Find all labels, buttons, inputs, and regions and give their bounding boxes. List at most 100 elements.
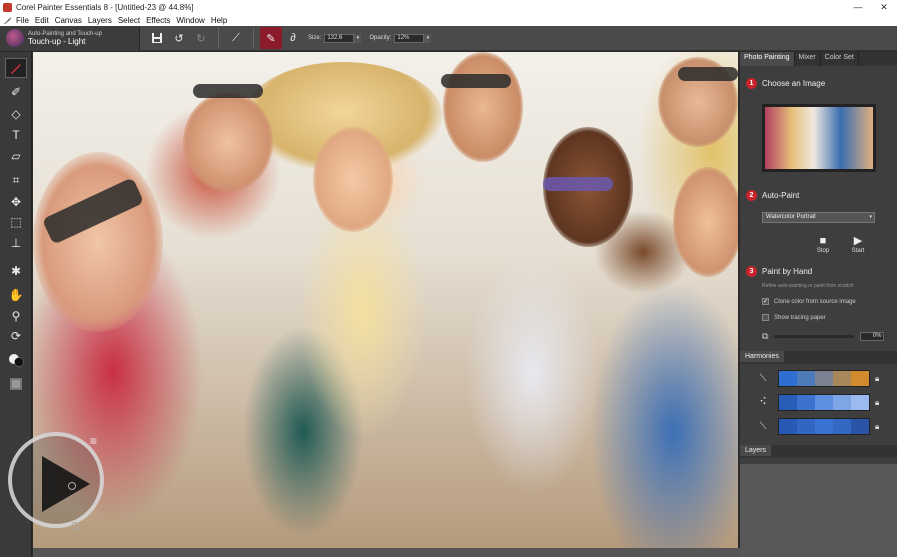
minimize-button[interactable]: — bbox=[845, 2, 871, 12]
auto-paint-style-value: Watercolor Portrait bbox=[766, 214, 816, 220]
tab-harmonies[interactable]: Harmonies bbox=[740, 351, 784, 362]
redo-icon[interactable]: ↻ bbox=[190, 27, 212, 49]
brush-dab-icon[interactable]: ∂ bbox=[282, 27, 304, 49]
harmony-swatches bbox=[778, 370, 870, 387]
painting-canvas[interactable] bbox=[33, 52, 738, 548]
menu-help[interactable]: Help bbox=[211, 16, 227, 25]
clone-color-icon[interactable]: ✎ bbox=[260, 27, 282, 49]
person-back-left bbox=[183, 92, 273, 192]
color-swatch[interactable] bbox=[815, 371, 833, 386]
color-swatch-icon[interactable] bbox=[5, 350, 27, 370]
step-number: 1 bbox=[746, 78, 757, 89]
color-swatch[interactable] bbox=[797, 371, 815, 386]
hamburger-icon[interactable]: ≡ bbox=[90, 434, 97, 448]
color-swatch[interactable] bbox=[851, 395, 869, 410]
monochrome-harmony-icon[interactable]: ⟍ bbox=[754, 421, 772, 432]
stop-button[interactable]: ■ Stop bbox=[808, 235, 838, 254]
layers-panel-body bbox=[740, 464, 897, 557]
dropper-tool-icon[interactable]: ✐ bbox=[5, 82, 27, 102]
color-swatch[interactable] bbox=[833, 419, 851, 434]
start-button[interactable]: ▶ Start bbox=[843, 235, 873, 254]
color-swatch[interactable] bbox=[779, 395, 797, 410]
harmonies-tab-bar: Harmonies bbox=[740, 351, 897, 364]
menu-window[interactable]: Window bbox=[176, 16, 204, 25]
app-logo-icon bbox=[3, 2, 12, 12]
brush-size-slider[interactable] bbox=[774, 335, 855, 338]
lock-icon[interactable]: 🔒︎ bbox=[875, 422, 879, 432]
toolbar-divider bbox=[218, 28, 219, 48]
color-swatch[interactable] bbox=[833, 395, 851, 410]
tracing-paper-checkbox[interactable]: Show tracing paper bbox=[762, 314, 826, 321]
rotate-page-icon[interactable]: ⟳ bbox=[5, 326, 27, 346]
color-swatch[interactable] bbox=[815, 419, 833, 434]
harmony-row: ⟍ 🔒︎ bbox=[754, 370, 879, 387]
person-left bbox=[33, 152, 163, 332]
grabber-hand-icon[interactable]: ✋ bbox=[5, 285, 27, 305]
size-dropdown-icon[interactable]: ▾ bbox=[354, 33, 362, 43]
color-swatch[interactable] bbox=[779, 371, 797, 386]
app-menu-icon[interactable] bbox=[3, 16, 12, 25]
menu-edit[interactable]: Edit bbox=[35, 16, 49, 25]
woman-with-hat bbox=[313, 127, 393, 232]
mirror-painting-icon[interactable]: ✱ bbox=[5, 261, 27, 281]
brush-selector[interactable]: Auto-Painting and Touch-up Touch-up - Li… bbox=[0, 25, 140, 51]
analogous-harmony-icon[interactable]: ⠪ bbox=[754, 397, 772, 408]
auto-paint-style-select[interactable]: Watercolor Portrait ▾ bbox=[762, 212, 875, 223]
complementary-harmony-icon[interactable]: ⟍ bbox=[754, 373, 772, 384]
step-choose-image: 1 Choose an Image bbox=[746, 78, 825, 89]
brush-tool-options-icon[interactable]: ⟋ bbox=[225, 27, 247, 49]
lock-icon[interactable]: 🔒︎ bbox=[875, 374, 879, 384]
source-image bbox=[765, 107, 873, 169]
step-label: Auto-Paint bbox=[762, 191, 800, 200]
cloner-tool-icon[interactable]: ⊥ bbox=[5, 233, 27, 253]
harmony-swatches bbox=[778, 394, 870, 411]
harmony-row: ⟍ 🔒︎ bbox=[754, 418, 879, 435]
slider-value[interactable]: 0% bbox=[860, 332, 885, 341]
tab-mixer[interactable]: Mixer bbox=[795, 52, 821, 66]
chevron-down-icon: ▾ bbox=[869, 214, 872, 220]
color-swatch[interactable] bbox=[851, 419, 869, 434]
magnifier-icon[interactable]: ⚲ bbox=[5, 306, 27, 326]
paint-bucket-icon[interactable]: ◇ bbox=[5, 104, 27, 124]
save-icon[interactable] bbox=[146, 27, 168, 49]
source-image-thumbnail[interactable] bbox=[762, 104, 876, 172]
tab-photo-painting[interactable]: Photo Painting bbox=[740, 52, 795, 66]
size-input[interactable]: 132.6 bbox=[324, 33, 355, 43]
sunglasses bbox=[543, 177, 613, 191]
brush-tool-icon[interactable] bbox=[5, 58, 27, 78]
overlay-dot bbox=[71, 522, 79, 530]
stop-icon: ■ bbox=[819, 235, 827, 247]
close-button[interactable]: ✕ bbox=[871, 2, 897, 13]
canvas-scrollbar[interactable] bbox=[33, 548, 740, 557]
tab-layers[interactable]: Layers bbox=[740, 445, 772, 456]
rectangle-select-icon[interactable]: ⬚ bbox=[5, 212, 27, 232]
menu-canvas[interactable]: Canvas bbox=[55, 16, 82, 25]
lock-icon[interactable]: 🔒︎ bbox=[875, 398, 879, 408]
tab-color-set[interactable]: Color Set bbox=[821, 52, 859, 66]
color-swatch[interactable] bbox=[815, 395, 833, 410]
eraser-tool-icon[interactable]: ▱ bbox=[5, 146, 27, 166]
property-bar: Auto-Painting and Touch-up Touch-up - Li… bbox=[0, 25, 897, 51]
step-number: 3 bbox=[746, 266, 757, 277]
paper-texture-icon[interactable] bbox=[5, 374, 27, 394]
color-swatch[interactable] bbox=[797, 419, 815, 434]
opacity-dropdown-icon[interactable]: ▾ bbox=[424, 33, 432, 43]
menu-file[interactable]: File bbox=[16, 16, 29, 25]
clone-color-checkbox[interactable]: ✓ Clone color from source image bbox=[762, 298, 856, 305]
toolbar-divider bbox=[253, 28, 254, 48]
undo-icon[interactable]: ↺ bbox=[168, 27, 190, 49]
opacity-input[interactable]: 12% bbox=[394, 33, 425, 43]
color-swatch[interactable] bbox=[797, 395, 815, 410]
text-tool-icon[interactable]: T bbox=[5, 125, 27, 145]
transform-tool-icon[interactable]: ✥ bbox=[5, 192, 27, 212]
color-swatch[interactable] bbox=[779, 419, 797, 434]
crop-tool-icon[interactable]: ⌗ bbox=[5, 170, 27, 190]
step-label: Choose an Image bbox=[762, 79, 826, 88]
color-swatch[interactable] bbox=[833, 371, 851, 386]
color-swatch[interactable] bbox=[851, 371, 869, 386]
brush-size-icon: ⧉ bbox=[762, 331, 769, 341]
menu-effects[interactable]: Effects bbox=[146, 16, 170, 25]
checkbox-checked-icon: ✓ bbox=[762, 298, 769, 305]
menu-layers[interactable]: Layers bbox=[88, 16, 112, 25]
menu-select[interactable]: Select bbox=[118, 16, 140, 25]
